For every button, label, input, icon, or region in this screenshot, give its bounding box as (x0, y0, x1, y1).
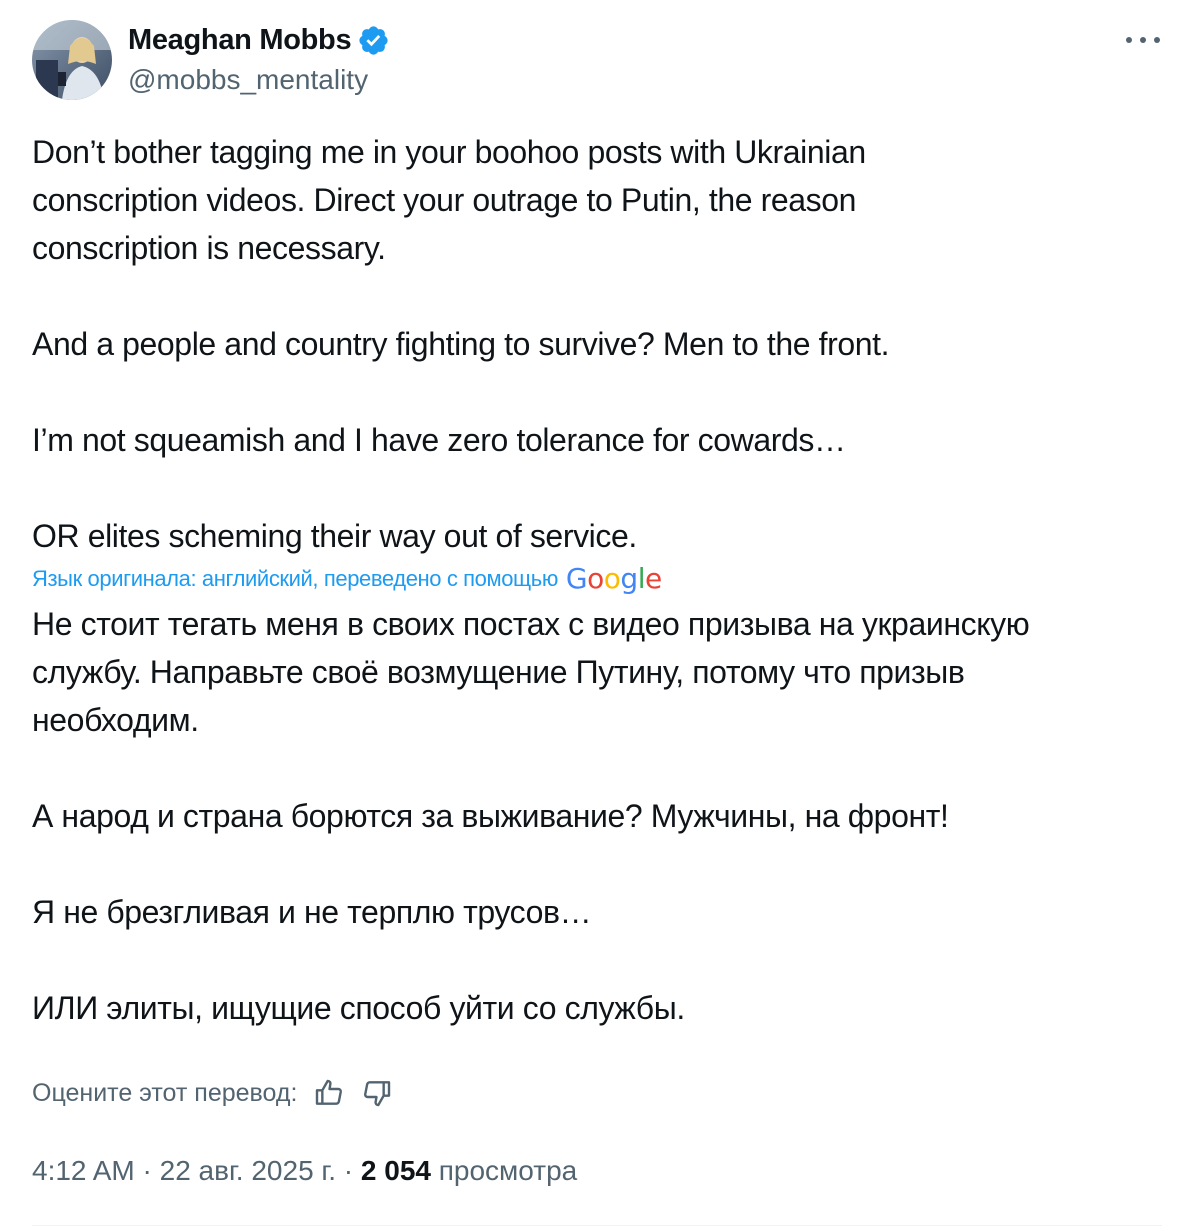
more-options-icon[interactable] (1126, 28, 1160, 52)
tweet-time[interactable]: 4:12 AM (32, 1155, 135, 1186)
divider (32, 1225, 1162, 1226)
translation-attribution[interactable]: Язык оригинала: английский, переведено с… (32, 564, 1152, 594)
verified-badge-icon (359, 25, 388, 55)
text-line: службу. Направьте своё возмущение Путину… (32, 654, 965, 690)
text-line: Не стоит тегать меня в своих постах с ви… (32, 606, 1030, 642)
author-name[interactable]: Meaghan Mobbs (128, 22, 352, 58)
rate-translation-label: Оцените этот перевод: (32, 1079, 298, 1107)
text-line: OR elites scheming their way out of serv… (32, 518, 637, 554)
text-line: I’m not squeamish and I have zero tolera… (32, 422, 846, 458)
tweet-body: Don’t bother tagging me in your boohoo p… (32, 128, 1152, 1032)
separator: · (142, 1155, 152, 1186)
translation-note: Язык оригинала: английский, переведено с… (32, 566, 558, 591)
rate-translation: Оцените этот перевод: (32, 1076, 393, 1110)
author-handle[interactable]: @mobbs_mentality (128, 62, 368, 98)
separator: · (343, 1155, 354, 1186)
translated-text: Не стоит тегать меня в своих постах с ви… (32, 600, 1152, 1032)
text-line: А народ и страна борются за выживание? М… (32, 798, 949, 834)
text-line: And a people and country fighting to sur… (32, 326, 890, 362)
tweet-meta: 4:12 AM · 22 авг. 2025 г. · 2 054 просмо… (32, 1153, 577, 1189)
thumbs-up-icon[interactable] (313, 1077, 345, 1109)
tweet: Meaghan Mobbs @mobbs_mentality Don’t bot… (0, 0, 1182, 1228)
text-line: conscription videos. Direct your outrage… (32, 182, 857, 218)
tweet-date[interactable]: 22 авг. 2025 г. (160, 1155, 336, 1186)
avatar-photo (32, 20, 112, 100)
text-line: ИЛИ элиты, ищущие способ уйти со службы. (32, 990, 685, 1026)
text-line: conscription is necessary. (32, 230, 386, 266)
views-count: 2 054 (360, 1155, 431, 1186)
google-logo: Google (565, 562, 662, 595)
original-text: Don’t bother tagging me in your boohoo p… (32, 128, 1152, 560)
text-line: Don’t bother tagging me in your boohoo p… (32, 134, 866, 170)
views-label: просмотра (438, 1155, 578, 1186)
text-line: Я не брезгливая и не терплю трусов… (32, 894, 592, 930)
avatar[interactable] (32, 20, 112, 100)
text-line: необходим. (32, 702, 199, 738)
thumbs-down-icon[interactable] (361, 1077, 393, 1109)
author-name-row[interactable]: Meaghan Mobbs (128, 22, 390, 58)
